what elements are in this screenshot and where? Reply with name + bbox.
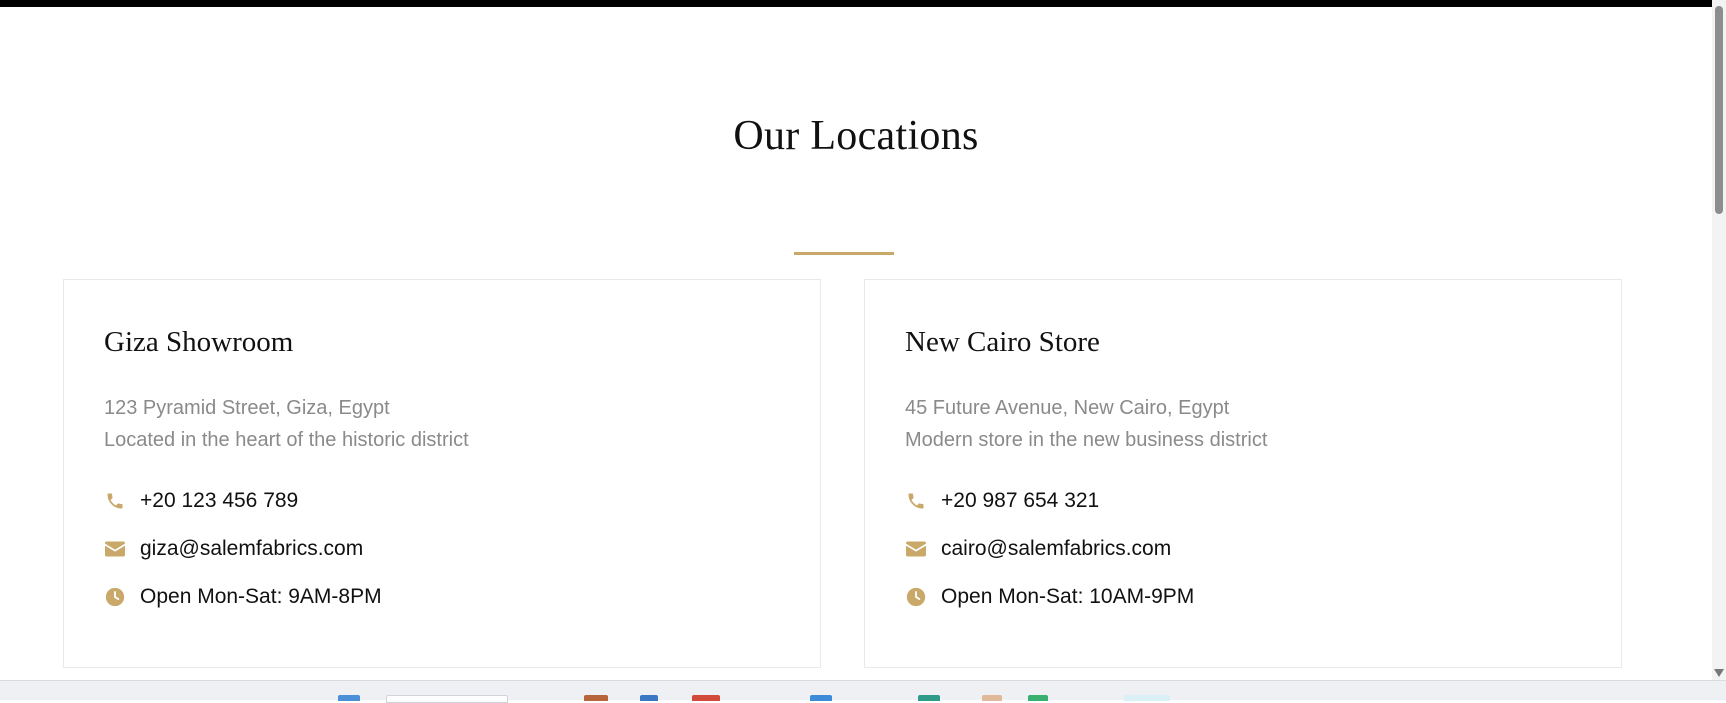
phone-row[interactable]: +20 987 654 321 — [905, 486, 1099, 516]
location-description: Modern store in the new business distric… — [905, 429, 1268, 451]
location-address: 123 Pyramid Street, Giza, Egypt — [104, 397, 390, 419]
email-row[interactable]: cairo@salemfabrics.com — [905, 534, 1171, 564]
clock-icon — [104, 586, 126, 608]
taskbar-start-icon[interactable] — [338, 695, 360, 701]
location-address-block: 123 Pyramid Street, Giza, Egypt Located … — [104, 392, 469, 456]
email-address: giza@salemfabrics.com — [140, 537, 364, 560]
envelope-icon — [104, 538, 126, 560]
clock-icon — [905, 586, 927, 608]
email-row[interactable]: giza@salemfabrics.com — [104, 534, 363, 564]
opening-hours: Open Mon-Sat: 9AM-8PM — [140, 585, 382, 608]
taskbar-app-icon[interactable] — [584, 695, 608, 701]
location-name: New Cairo Store — [905, 326, 1100, 358]
scrollbar-thumb[interactable] — [1715, 6, 1723, 214]
taskbar-search-box[interactable] — [386, 695, 508, 703]
taskbar-app-icon[interactable] — [692, 695, 720, 701]
taskbar-app-icon-active[interactable] — [1124, 695, 1170, 701]
scroll-down-arrow-icon[interactable] — [1714, 669, 1724, 677]
location-name: Giza Showroom — [104, 326, 294, 358]
phone-icon — [104, 490, 126, 512]
taskbar-app-icon[interactable] — [982, 695, 1002, 701]
location-address: 45 Future Avenue, New Cairo, Egypt — [905, 397, 1230, 419]
location-address-block: 45 Future Avenue, New Cairo, Egypt Moder… — [905, 392, 1267, 456]
os-taskbar — [0, 680, 1726, 703]
location-description: Located in the heart of the historic dis… — [104, 429, 469, 451]
taskbar-app-icon[interactable] — [810, 695, 832, 701]
envelope-icon — [905, 538, 927, 560]
email-address: cairo@salemfabrics.com — [941, 537, 1172, 560]
top-bar — [0, 0, 1712, 7]
location-card-new-cairo: New Cairo Store 45 Future Avenue, New Ca… — [864, 279, 1622, 668]
phone-number: +20 123 456 789 — [140, 489, 299, 512]
title-divider — [794, 252, 894, 255]
section-title: Our Locations — [733, 113, 979, 159]
phone-icon — [905, 490, 927, 512]
opening-hours: Open Mon-Sat: 10AM-9PM — [941, 585, 1195, 608]
hours-row: Open Mon-Sat: 10AM-9PM — [905, 582, 1194, 612]
page-scrollbar[interactable] — [1712, 0, 1726, 680]
location-card-giza: Giza Showroom 123 Pyramid Street, Giza, … — [63, 279, 821, 668]
taskbar-app-icon[interactable] — [1028, 695, 1048, 701]
taskbar-app-icon[interactable] — [640, 695, 658, 701]
hours-row: Open Mon-Sat: 9AM-8PM — [104, 582, 382, 612]
taskbar-app-icon[interactable] — [918, 695, 940, 701]
phone-number: +20 987 654 321 — [941, 489, 1100, 512]
phone-row[interactable]: +20 123 456 789 — [104, 486, 298, 516]
